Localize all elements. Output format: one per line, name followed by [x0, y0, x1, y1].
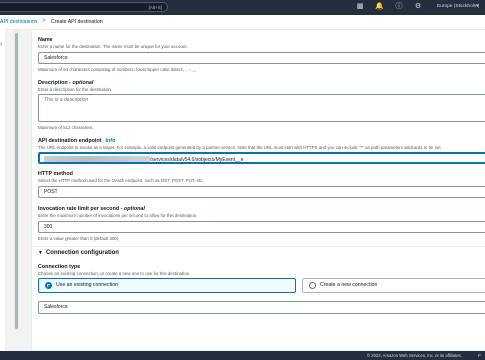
- section-divider: [32, 246, 485, 247]
- region-caret-icon[interactable]: ▾: [476, 3, 479, 9]
- connection-type-description: Choose an existing connection, or create…: [38, 271, 191, 276]
- side-navigation-rail: [0, 29, 5, 360]
- name-hint: Maximum of 64 characters consisting of n…: [38, 67, 197, 72]
- name-field-value: Salesforce: [44, 55, 68, 61]
- copyright-text: © 2023, Amazon Web Services, Inc. or its…: [367, 353, 462, 358]
- name-field[interactable]: Salesforce: [38, 52, 485, 64]
- connection-type-label: Connection type: [38, 264, 81, 270]
- description-placeholder: This is a description: [44, 97, 89, 103]
- radio-unselected-icon[interactable]: [309, 282, 316, 289]
- radio-selected-icon[interactable]: [45, 282, 52, 289]
- description-description: Enter a description for the destination.: [38, 87, 112, 92]
- rate-limit-hint: Enter a value greater than 0 (default 30…: [38, 236, 120, 241]
- chevron-left-icon[interactable]: ‹: [0, 41, 2, 48]
- connection-select[interactable]: Salesforce: [38, 301, 485, 314]
- rate-limit-label: Invocation rate limit per second - optio…: [38, 206, 145, 212]
- endpoint-field[interactable]: /services/data/v54.0/sobjects/MyEvent__e: [38, 152, 485, 164]
- search-shortcut-hint: [Alt+S]: [148, 5, 162, 10]
- name-label: Name: [38, 37, 53, 43]
- footer-trailing-link[interactable]: P: [478, 353, 481, 358]
- caret-down-icon: ▼: [38, 250, 43, 256]
- http-method-value: POST: [44, 189, 58, 195]
- connection-select-value: Salesforce: [44, 304, 68, 310]
- endpoint-label: API destination endpoint Info: [38, 138, 116, 144]
- notifications-icon[interactable]: 🔔: [375, 3, 384, 11]
- scrollbar-thumb[interactable]: [15, 33, 18, 329]
- rate-limit-field[interactable]: 300: [38, 221, 485, 233]
- http-method-label: HTTP method: [38, 171, 73, 177]
- use-existing-connection-label: Use an existing connection: [56, 282, 118, 288]
- name-description: Enter a name for the destination. The na…: [38, 44, 188, 49]
- create-new-connection-label: Create a new connection: [320, 282, 378, 288]
- endpoint-description: The URL endpoint to invoke as a target. …: [38, 145, 441, 150]
- breadcrumb-api-destinations[interactable]: API destinations: [0, 19, 38, 25]
- description-textarea[interactable]: This is a description: [38, 94, 485, 122]
- footer: © 2023, Amazon Web Services, Inc. or its…: [0, 351, 485, 360]
- breadcrumb-separator: >: [42, 18, 46, 24]
- description-label: Description - optional: [38, 80, 94, 86]
- description-hint: Maximum of 512 characters.: [38, 125, 94, 130]
- rate-limit-description: Enter the maximum number of invocations …: [38, 213, 198, 218]
- rate-limit-value: 300: [44, 224, 53, 230]
- top-navigation-bar: [Alt+S] ▩ 🔔 ⓘ ⚙ Europe (Stockholm) ▾: [0, 0, 485, 15]
- connection-section-header[interactable]: ▼ Connection configuration: [38, 250, 119, 256]
- cloudshell-icon[interactable]: ▩: [356, 3, 364, 11]
- endpoint-field-value: /services/data/v54.0/sobjects/MyEvent__e: [150, 157, 244, 163]
- region-selector[interactable]: Europe (Stockholm): [437, 4, 479, 9]
- create-new-connection-option[interactable]: Create a new connection: [302, 278, 485, 293]
- redacted-host: [44, 156, 150, 162]
- settings-icon[interactable]: ⚙: [414, 3, 422, 11]
- http-method-description: Select the HTTP method used for the OAut…: [38, 178, 204, 183]
- endpoint-info-link[interactable]: Info: [106, 138, 116, 144]
- search-input[interactable]: [Alt+S]: [0, 2, 168, 12]
- breadcrumb: API destinations > Create API destinatio…: [0, 15, 485, 30]
- use-existing-connection-option[interactable]: Use an existing connection: [38, 278, 296, 293]
- breadcrumb-current: Create API destination: [51, 19, 103, 25]
- http-method-select[interactable]: POST: [38, 186, 485, 198]
- help-icon[interactable]: ⓘ: [395, 3, 403, 11]
